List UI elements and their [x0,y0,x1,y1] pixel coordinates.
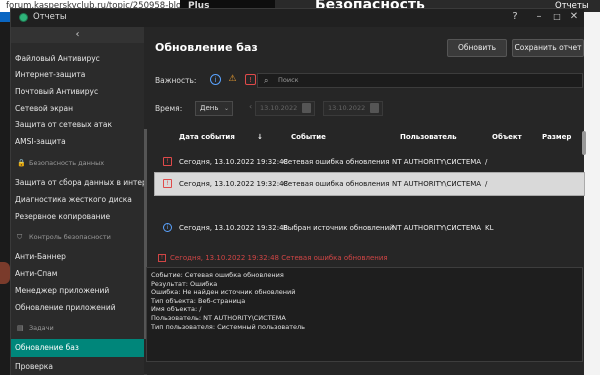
chevron-down-icon: ⌄ [223,105,229,112]
search-icon: ⌕ [264,76,269,85]
detail-header: Сегодня, 13.10.2022 19:32:48 Сетевая оши… [170,254,388,262]
table-row[interactable]: i Сегодня, 13.10.2022 19:32:48 Выбран ис… [155,217,584,239]
section-data-security: 🔒 Безопасность данных [11,156,144,170]
lock-icon: 🔒 [17,159,26,167]
back-button[interactable]: ‹ [11,27,144,43]
sidebar: ‹ Файловый Антивирус Интернет-защита Поч… [11,27,144,375]
row-object: KL [485,224,494,232]
sort-arrow-icon[interactable]: ↓ [257,133,263,141]
tasks-icon: ▤ [17,324,24,332]
table-scrollbar[interactable] [582,131,586,155]
time-period-select[interactable]: День ⌄ [195,101,233,116]
table-row[interactable]: ! Сегодня, 13.10.2022 19:32:48 Сетевая о… [155,151,584,173]
row-object: / [485,158,488,166]
shield-icon: ⛉ [17,233,23,241]
warning-filter-icon[interactable]: ⚠ [227,74,238,85]
row-object: / [485,180,488,188]
detail-line: Тип пользователя: Системный пользователь [151,322,306,331]
date-from-field[interactable]: 13.10.2022 [255,101,315,116]
sidebar-item-app-update[interactable]: Обновление приложений [11,300,144,316]
event-details-box: Событие: Сетевая ошибка обновления Резул… [146,267,583,362]
help-button[interactable]: ? [505,11,525,22]
detail-line: Событие: Сетевая ошибка обновления [151,271,284,279]
row-user: NT AUTHORITY\СИСТЕМА [392,180,482,188]
row-event: Сетевая ошибка обновления [283,180,390,188]
error-icon: ! [163,157,172,166]
calendar-icon[interactable] [370,103,379,113]
error-icon: ! [163,179,172,188]
sidebar-item-scan[interactable]: Проверка [11,359,144,375]
sidebar-item-anti-banner[interactable]: Анти-Баннер [11,249,144,265]
sidebar-item-backup[interactable]: Резервное копирование [11,209,144,225]
section-security-control: ⛉ Контроль безопасности [11,230,144,244]
detail-line: Результат: Ошибка [151,279,218,288]
detail-line: Ошибка: Не найден источник обновлений [151,288,296,297]
title-bar: Отчеты ? – □ ✕ [11,9,584,27]
search-placeholder: Поиск [278,76,299,84]
sidebar-item-network-attack[interactable]: Защита от сетевых атак [11,117,144,133]
column-user[interactable]: Пользователь [400,133,457,141]
sidebar-item-amsi[interactable]: AMSI-защита [11,134,144,150]
window-title: Отчеты [33,12,67,22]
table-row-selected[interactable]: ! Сегодня, 13.10.2022 19:32:48 Сетевая о… [154,172,585,196]
error-filter-icon[interactable]: ! [245,74,256,85]
section-label: Безопасность данных [29,159,105,167]
section-label: Задачи [29,324,54,332]
detail-line: Пользователь: NT AUTHORITY\СИСТЕМА [151,313,286,322]
row-date: Сегодня, 13.10.2022 19:32:48 [179,158,288,166]
section-tasks: ▤ Задачи [11,321,144,335]
sidebar-item-anti-spam[interactable]: Анти-Спам [11,266,144,282]
minimize-button[interactable]: – [529,11,549,22]
detail-line: Тип объекта: Веб-страница [151,296,246,305]
background-left-strip [0,12,10,375]
background-tag-icon [0,12,10,22]
sidebar-item-mail-antivirus[interactable]: Почтовый Антивирус [11,84,144,100]
search-input[interactable]: ⌕ Поиск [257,73,583,88]
update-button[interactable]: Обновить [447,39,507,57]
sidebar-item-firewall[interactable]: Сетевой экран [11,101,144,117]
save-report-button[interactable]: Сохранить отчет [512,39,584,57]
info-icon: i [163,223,172,232]
date-to-field[interactable]: 13.10.2022 [323,101,383,116]
row-date: Сегодня, 13.10.2022 19:32:48 [179,180,288,188]
column-object[interactable]: Объект [492,133,522,141]
background-avatar [0,262,10,284]
table-header: Дата события ↓ Событие Пользователь Объе… [155,129,584,147]
date-to-value: 13.10.2022 [328,104,366,112]
page-title: Обновление баз [155,41,258,54]
info-filter-icon[interactable]: i [210,74,221,85]
column-size[interactable]: Размер [542,133,571,141]
time-period-value: День [200,104,219,112]
row-event: Сетевая ошибка обновления [283,158,390,166]
close-button[interactable]: ✕ [564,11,584,22]
section-label: Контроль безопасности [29,233,111,241]
row-user: NT AUTHORITY\СИСТЕМА [392,158,482,166]
column-date[interactable]: Дата события [179,133,235,141]
error-icon: ! [158,254,166,262]
sidebar-item-disk-diagnostics[interactable]: Диагностика жесткого диска [11,192,144,208]
detail-line: Имя объекта: / [151,305,202,314]
sidebar-item-file-antivirus[interactable]: Файловый Антивирус [11,51,144,67]
kaspersky-app-icon [19,13,28,22]
background-right-strip [583,12,600,375]
importance-label: Важность: [155,76,197,85]
row-user: NT AUTHORITY\СИСТЕМА [392,224,482,232]
row-date: Сегодня, 13.10.2022 19:32:48 [179,224,288,232]
sidebar-item-data-collection[interactable]: Защита от сбора данных в интернете [11,175,144,191]
chevron-left-icon[interactable]: ‹ [249,102,252,111]
sidebar-item-database-update[interactable]: Обновление баз [11,339,144,357]
time-label: Время: [155,104,183,113]
row-event: Выбран источник обновлений [283,224,394,232]
column-event[interactable]: Событие [291,133,326,141]
sidebar-item-web-protection[interactable]: Интернет-защита [11,67,144,83]
date-from-value: 13.10.2022 [260,104,298,112]
sidebar-item-app-manager[interactable]: Менеджер приложений [11,283,144,299]
calendar-icon[interactable] [302,103,311,113]
